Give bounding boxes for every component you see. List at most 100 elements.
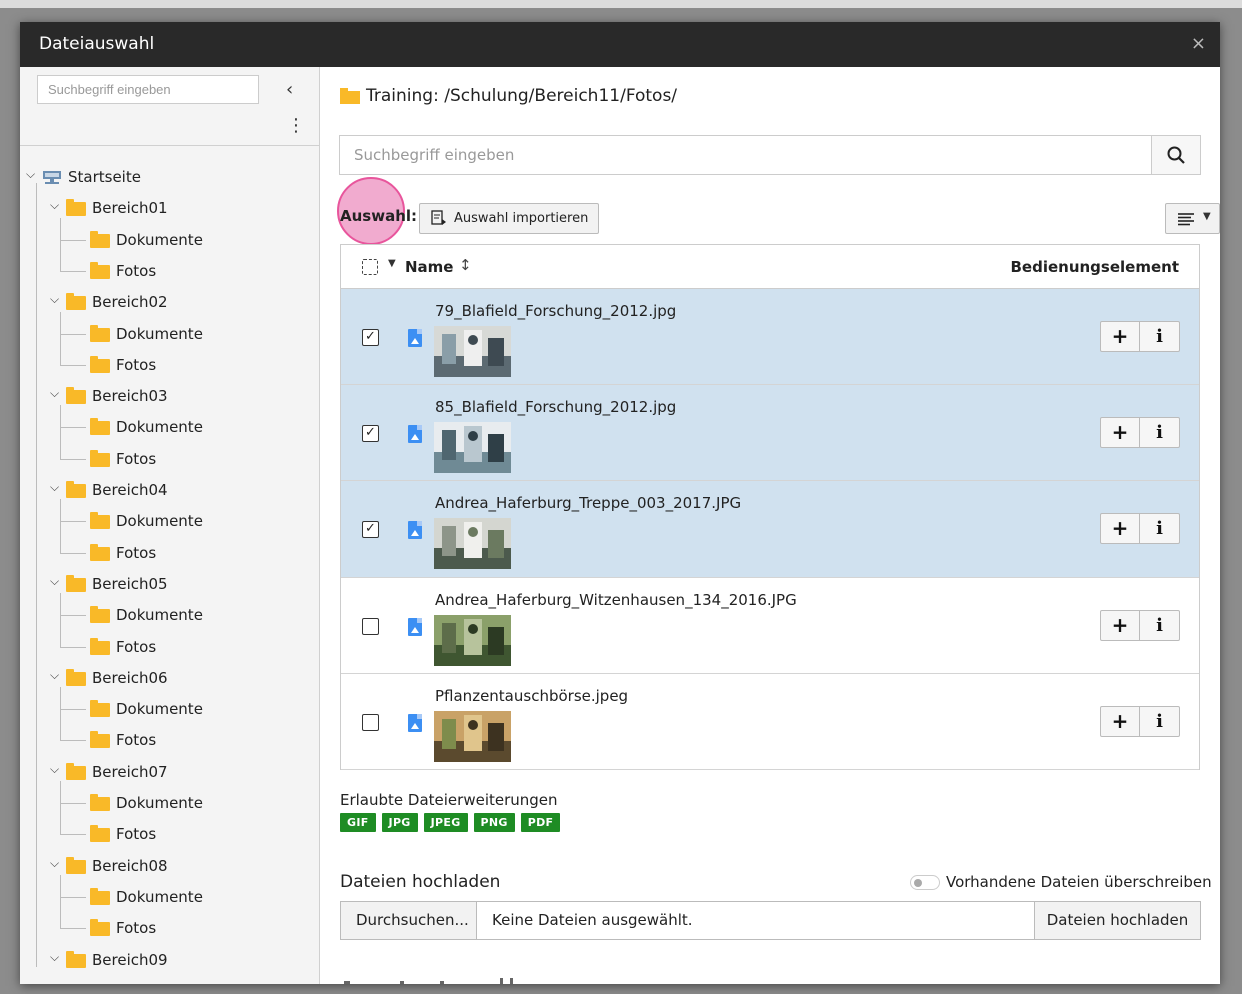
tree-connector (60, 552, 86, 554)
folder-icon (90, 418, 110, 436)
row-checkbox[interactable]: ✓ (362, 329, 379, 346)
file-info-button[interactable]: i (1140, 514, 1179, 543)
overwrite-toggle[interactable] (910, 875, 940, 890)
chevron-down-icon[interactable]: ⌵ (50, 480, 59, 495)
sort-icon[interactable]: ↕ (459, 256, 472, 274)
file-thumbnail[interactable] (434, 710, 511, 762)
tree-item-dokumente[interactable]: Dokumente (20, 311, 319, 349)
file-info-button[interactable]: i (1140, 322, 1179, 351)
tree-item-fotos[interactable]: Fotos (20, 238, 319, 286)
add-file-button[interactable]: + (1101, 418, 1140, 448)
chevron-down-icon[interactable]: ⌵ (26, 167, 35, 182)
tree-item-dokumente[interactable]: Dokumente (20, 405, 319, 442)
table-row[interactable]: ✓ 85_Blafield_Forschung_2012.jpg + i (341, 385, 1199, 482)
tree-item-fotos[interactable]: Fotos (20, 520, 319, 568)
row-checkbox[interactable] (362, 617, 379, 635)
tree-item-dokumente[interactable]: Dokumente (20, 874, 319, 912)
path-text: Training: /Schulung/Bereich11/Fotos/ (366, 86, 678, 106)
tree-item-fotos[interactable]: Fotos (20, 708, 319, 755)
tree-connector (60, 332, 61, 365)
tree-connector (60, 708, 61, 741)
tree-connector (60, 238, 61, 271)
tree-item-bereich09[interactable]: ⌵ Bereich09 (20, 944, 319, 975)
table-body: ✓ 79_Blafield_Forschung_2012.jpg + i ✓ 85_Bla… (341, 289, 1199, 770)
add-file-button[interactable]: + (1101, 706, 1140, 736)
column-name-header[interactable]: Name (405, 258, 453, 276)
backdrop-top-strip (0, 0, 1242, 8)
chevron-down-icon[interactable]: ⌵ (50, 950, 59, 965)
tree-item-dokumente[interactable]: Dokumente (20, 687, 319, 724)
file-info-button[interactable]: i (1140, 707, 1179, 736)
cut-off-content (340, 978, 540, 984)
tree-item-label: Fotos (116, 449, 157, 468)
tree-item-fotos[interactable]: Fotos (20, 332, 319, 380)
tree-item-dokumente[interactable]: Dokumente (20, 217, 319, 255)
file-name[interactable]: 85_Blafield_Forschung_2012.jpg (435, 398, 676, 416)
collapse-sidebar-icon[interactable]: ‹ (286, 79, 293, 100)
sidebar-search-input[interactable]: Suchbegriff eingeben (37, 75, 259, 104)
table-row[interactable]: Andrea_Haferburg_Witzenhausen_134_2016.J… (341, 578, 1199, 674)
file-name[interactable]: Pflanzentauschbörse.jpeg (435, 687, 628, 705)
select-options-chevron-icon[interactable]: ▼ (388, 258, 396, 269)
tree-item-fotos[interactable]: Fotos (20, 614, 319, 662)
folder-icon (90, 606, 110, 624)
select-all-checkbox[interactable] (362, 259, 378, 275)
file-name[interactable]: Andrea_Haferburg_Witzenhausen_134_2016.J… (435, 591, 797, 609)
tree-item-fotos[interactable]: Fotos (20, 896, 319, 943)
file-thumbnail[interactable] (434, 422, 511, 474)
import-selection-button[interactable]: Auswahl importieren (419, 203, 600, 234)
table-row[interactable]: ✓ 79_Blafield_Forschung_2012.jpg + i (341, 289, 1199, 386)
chevron-down-icon[interactable]: ⌵ (50, 292, 59, 307)
kebab-menu-icon[interactable]: ⋮ (287, 115, 305, 136)
image-mountain-glyph (411, 722, 419, 729)
tree-item-fotos[interactable]: Fotos (20, 802, 319, 849)
tree-item-bereich04[interactable]: ⌵ Bereich04 (20, 474, 319, 505)
table-row[interactable]: Pflanzentauschbörse.jpeg + i (341, 674, 1199, 770)
selection-label: Auswahl: (340, 207, 418, 225)
tree-item-bereich06[interactable]: ⌵ Bereich06 (20, 662, 319, 693)
file-thumbnail[interactable] (434, 326, 511, 377)
row-checkbox[interactable]: ✓ (362, 425, 379, 443)
file-name[interactable]: 79_Blafield_Forschung_2012.jpg (435, 302, 676, 320)
tree-item-bereich02[interactable]: ⌵ Bereich02 (20, 286, 319, 317)
chevron-down-icon[interactable]: ⌵ (50, 574, 59, 589)
browse-button[interactable]: Durchsuchen... (341, 902, 477, 939)
tree-item-dokumente[interactable]: Dokumente (20, 781, 319, 818)
table-row[interactable]: ✓ Andrea_Haferburg_Treppe_003_2017.JPG + i (341, 481, 1199, 578)
search-button[interactable] (1151, 136, 1200, 174)
tree-item-fotos[interactable]: Fotos (20, 426, 319, 474)
file-thumbnail[interactable] (434, 518, 511, 570)
column-controls-header: Bedienungselement (1010, 258, 1179, 276)
file-name[interactable]: Andrea_Haferburg_Treppe_003_2017.JPG (435, 494, 741, 512)
folder-icon (90, 700, 110, 718)
row-checkbox[interactable]: ✓ (362, 521, 379, 539)
tree-item-bereich01[interactable]: ⌵ Bereich01 (20, 192, 319, 223)
row-checkbox[interactable] (362, 713, 379, 731)
view-mode-dropdown[interactable]: ▼ (1165, 203, 1220, 234)
chevron-down-icon[interactable]: ⌵ (50, 198, 59, 213)
chevron-down-icon[interactable]: ⌵ (50, 856, 59, 871)
tree-connector (60, 239, 86, 241)
tree-item-dokumente[interactable]: Dokumente (20, 499, 319, 536)
chevron-down-icon[interactable]: ⌵ (50, 668, 59, 683)
tree-item-bereich05[interactable]: ⌵ Bereich05 (20, 568, 319, 599)
add-file-button[interactable]: + (1101, 514, 1140, 544)
file-search-input[interactable]: Suchbegriff eingeben (340, 136, 1152, 174)
add-file-button[interactable]: + (1101, 610, 1140, 640)
file-info-button[interactable]: i (1140, 418, 1179, 447)
chevron-down-icon[interactable]: ⌵ (50, 762, 59, 777)
file-thumbnail[interactable] (434, 614, 511, 666)
file-search-box: Suchbegriff eingeben (339, 135, 1201, 175)
tree-item-dokumente[interactable]: Dokumente (20, 593, 319, 630)
file-info-button[interactable]: i (1140, 611, 1179, 640)
tree-root-startseite[interactable]: ⌵ Startseite (20, 161, 319, 192)
chevron-down-icon[interactable]: ⌵ (50, 386, 59, 401)
folder-icon (66, 199, 86, 217)
upload-button[interactable]: Dateien hochladen (1034, 902, 1200, 939)
tree-item-bereich08[interactable]: ⌵ Bereich08 (20, 850, 319, 881)
site-root-icon (42, 169, 62, 184)
close-icon[interactable]: × (1191, 33, 1206, 54)
add-file-button[interactable]: + (1101, 322, 1140, 351)
tree-item-bereich03[interactable]: ⌵ Bereich03 (20, 380, 319, 411)
tree-item-bereich07[interactable]: ⌵ Bereich07 (20, 756, 319, 787)
